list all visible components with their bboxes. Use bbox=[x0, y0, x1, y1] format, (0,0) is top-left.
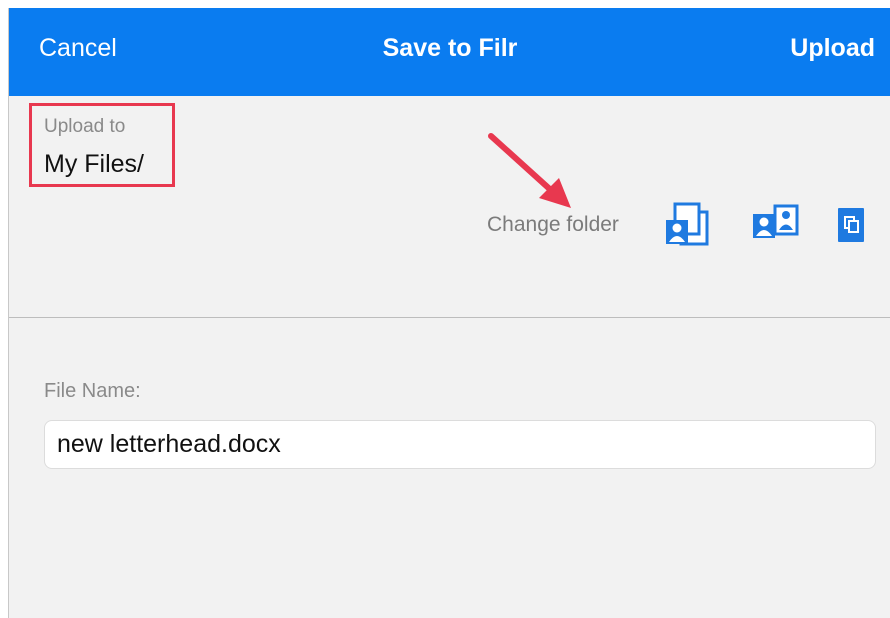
section-divider bbox=[9, 317, 890, 318]
my-files-folder-icon[interactable] bbox=[663, 198, 713, 250]
navigation-bar: Cancel Save to Filr Upload bbox=[9, 8, 890, 96]
shared-with-me-folder-icon[interactable] bbox=[749, 202, 801, 244]
file-name-input[interactable] bbox=[44, 420, 876, 469]
upload-to-label: Upload to bbox=[44, 116, 126, 137]
dialog-title: Save to Filr bbox=[382, 34, 518, 62]
file-name-label: File Name: bbox=[44, 380, 141, 402]
net-folders-icon[interactable] bbox=[835, 206, 867, 244]
change-folder-label: Change folder bbox=[487, 213, 619, 236]
upload-destination-path: My Files/ bbox=[44, 150, 144, 178]
upload-button[interactable]: Upload bbox=[790, 34, 875, 63]
save-to-filr-dialog: Cancel Save to Filr Upload Upload to My … bbox=[8, 8, 890, 618]
annotation-arrow-icon bbox=[488, 133, 571, 208]
